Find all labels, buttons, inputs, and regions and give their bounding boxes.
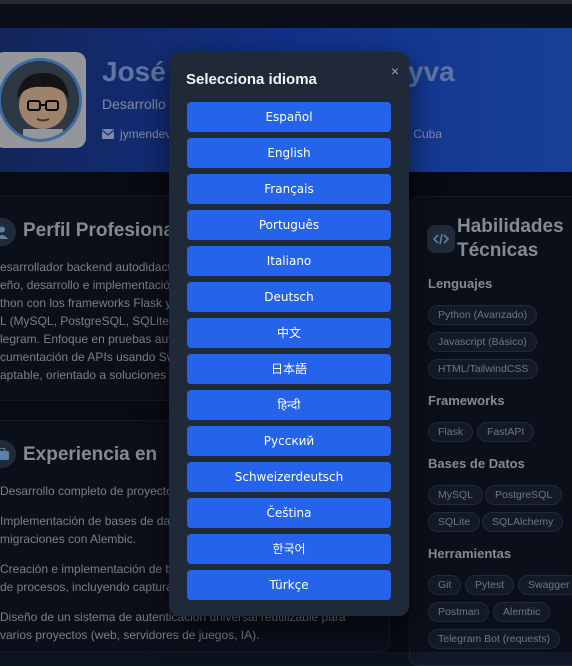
modal-title: Selecciona idioma (186, 71, 317, 88)
language-option-de[interactable]: Deutsch (187, 282, 391, 312)
language-option-fr[interactable]: Français (187, 174, 391, 204)
language-option-gsw[interactable]: Schweizerdeutsch (187, 462, 391, 492)
language-option-pt[interactable]: Português (187, 210, 391, 240)
language-option-es[interactable]: Español (187, 102, 391, 132)
language-option-zh[interactable]: 中文 (187, 318, 391, 348)
language-option-ja[interactable]: 日本語 (187, 354, 391, 384)
language-option-it[interactable]: Italiano (187, 246, 391, 276)
language-option-en[interactable]: English (187, 138, 391, 168)
language-option-hi[interactable]: हिन्दी (187, 390, 391, 420)
close-icon[interactable]: × (387, 63, 403, 79)
language-option-cs[interactable]: Čeština (187, 498, 391, 528)
language-list: Español English Français Português Itali… (187, 102, 391, 606)
language-option-ru[interactable]: Русский (187, 426, 391, 456)
language-modal: Selecciona idioma × Español English Fran… (169, 52, 409, 616)
language-option-ko[interactable]: 한국어 (187, 534, 391, 564)
language-option-tr[interactable]: Türkçe (187, 570, 391, 600)
